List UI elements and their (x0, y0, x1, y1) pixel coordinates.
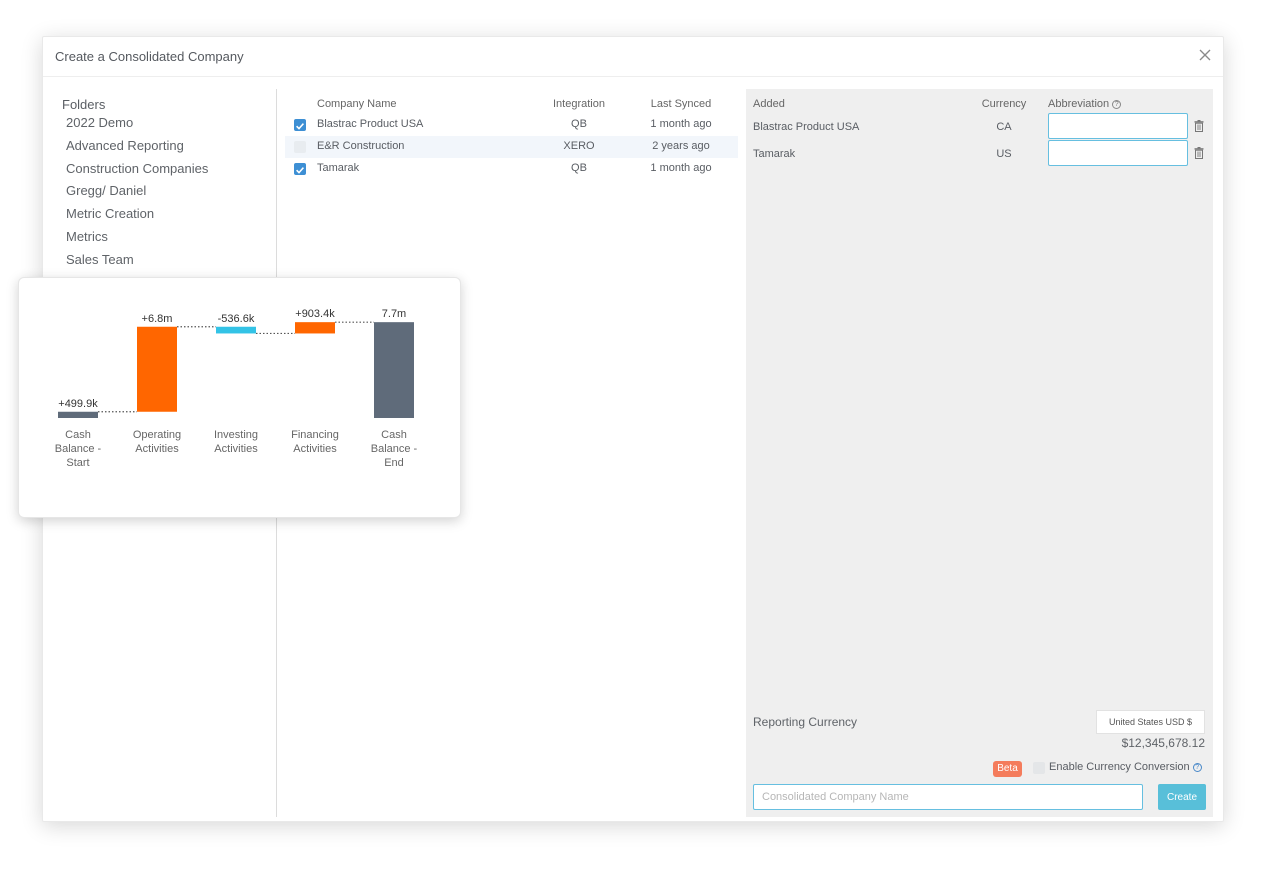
category-label: Activities (135, 443, 179, 455)
data-label: +903.4k (295, 308, 335, 320)
folder-item-2022-demo[interactable]: 2022 Demo (66, 115, 208, 138)
added-company-name: Blastrac Product USA (753, 121, 860, 133)
row-checkbox[interactable] (294, 119, 306, 131)
checkmark-icon (296, 123, 305, 130)
dialog-header: Create a Consolidated Company (43, 37, 1223, 77)
data-label: +499.9k (58, 398, 98, 410)
category-label: Cash (381, 429, 407, 441)
trash-icon[interactable] (1194, 147, 1204, 159)
beta-badge: Beta (993, 761, 1022, 777)
folder-list: 2022 Demo Advanced Reporting Constructio… (66, 115, 208, 275)
checkmark-icon (296, 167, 305, 174)
table-row[interactable]: Tamarak QB 1 month ago (285, 158, 738, 180)
column-header-last-synced[interactable]: Last Synced (633, 98, 729, 110)
category-label: Activities (293, 443, 337, 455)
category-label: Balance - (371, 443, 418, 455)
table-row[interactable]: E&R Construction XERO 2 years ago (285, 136, 738, 158)
company-last-synced: 2 years ago (652, 140, 710, 152)
category-label: Activities (214, 443, 258, 455)
category-label: End (384, 457, 404, 469)
column-header-abbreviation: Abbreviation? (1048, 98, 1122, 110)
waterfall-bar (216, 326, 256, 334)
abbreviation-header-label: Abbreviation (1048, 98, 1110, 110)
added-companies-panel: Added Currency Abbreviation? Blastrac Pr… (746, 89, 1213, 817)
folders-title: Folders (62, 97, 106, 112)
column-header-currency: Currency (981, 98, 1027, 110)
abbreviation-input[interactable] (1048, 140, 1188, 166)
company-name: Blastrac Product USA (317, 118, 424, 130)
table-row[interactable]: Blastrac Product USA QB 1 month ago (285, 114, 738, 136)
help-icon[interactable]: ? (1192, 763, 1202, 772)
added-company-name: Tamarak (753, 148, 796, 160)
category-label: Cash (65, 429, 91, 441)
data-label: +6.8m (142, 313, 173, 325)
data-label: 7.7m (382, 308, 406, 320)
reporting-currency-label: Reporting Currency (753, 715, 858, 729)
waterfall-bar (374, 322, 414, 418)
category-label: Balance - (55, 443, 102, 455)
reporting-amount: $12,345,678.12 (1121, 736, 1205, 750)
folder-item-advanced-reporting[interactable]: Advanced Reporting (66, 138, 208, 161)
waterfall-bar (58, 411, 98, 418)
row-checkbox[interactable] (294, 141, 306, 153)
company-integration: XERO (563, 140, 595, 152)
reporting-currency-select[interactable]: United States USD $ (1096, 710, 1205, 734)
waterfall-bar (295, 322, 335, 334)
waterfall-chart: +499.9k Cash Balance - Start +6.8m Operating A… (55, 308, 418, 469)
company-last-synced: 1 month ago (650, 162, 712, 174)
data-label: -536.6k (218, 313, 255, 325)
help-icon[interactable]: ? (1112, 100, 1122, 109)
abbreviation-input[interactable] (1048, 113, 1188, 139)
enable-currency-conversion: Enable Currency Conversion? (1049, 761, 1202, 773)
column-header-added: Added (753, 98, 785, 110)
consolidated-company-name-input[interactable] (753, 784, 1143, 810)
company-integration: QB (571, 162, 587, 174)
folder-item-metric-creation[interactable]: Metric Creation (66, 206, 208, 229)
column-header-integration[interactable]: Integration (535, 98, 623, 110)
category-label: Financing (291, 429, 339, 441)
category-label: Start (66, 457, 89, 469)
trash-icon[interactable] (1194, 120, 1204, 132)
create-button[interactable]: Create (1158, 784, 1206, 810)
waterfall-bar (137, 326, 177, 412)
folder-item-construction-companies[interactable]: Construction Companies (66, 161, 208, 184)
company-name: Tamarak (317, 162, 360, 174)
added-company-currency: CA (996, 121, 1012, 133)
added-company-currency: US (996, 148, 1012, 160)
company-last-synced: 1 month ago (650, 118, 712, 130)
folder-item-metrics[interactable]: Metrics (66, 229, 208, 252)
cash-flow-waterfall-card: +499.9k Cash Balance - Start +6.8m Operating A… (18, 277, 461, 518)
close-icon[interactable] (1197, 47, 1213, 63)
folder-item-gregg-daniel[interactable]: Gregg/ Daniel (66, 183, 208, 206)
enable-currency-conversion-checkbox[interactable] (1033, 762, 1045, 774)
enable-currency-conversion-label: Enable Currency Conversion (1049, 761, 1190, 773)
column-header-company-name[interactable]: Company Name (317, 98, 396, 110)
company-name: E&R Construction (317, 140, 405, 152)
category-label: Operating (133, 429, 181, 441)
row-checkbox[interactable] (294, 163, 306, 175)
category-label: Investing (214, 429, 258, 441)
folder-item-sales-team[interactable]: Sales Team (66, 252, 208, 275)
dialog-title: Create a Consolidated Company (55, 49, 244, 64)
company-integration: QB (571, 118, 587, 130)
